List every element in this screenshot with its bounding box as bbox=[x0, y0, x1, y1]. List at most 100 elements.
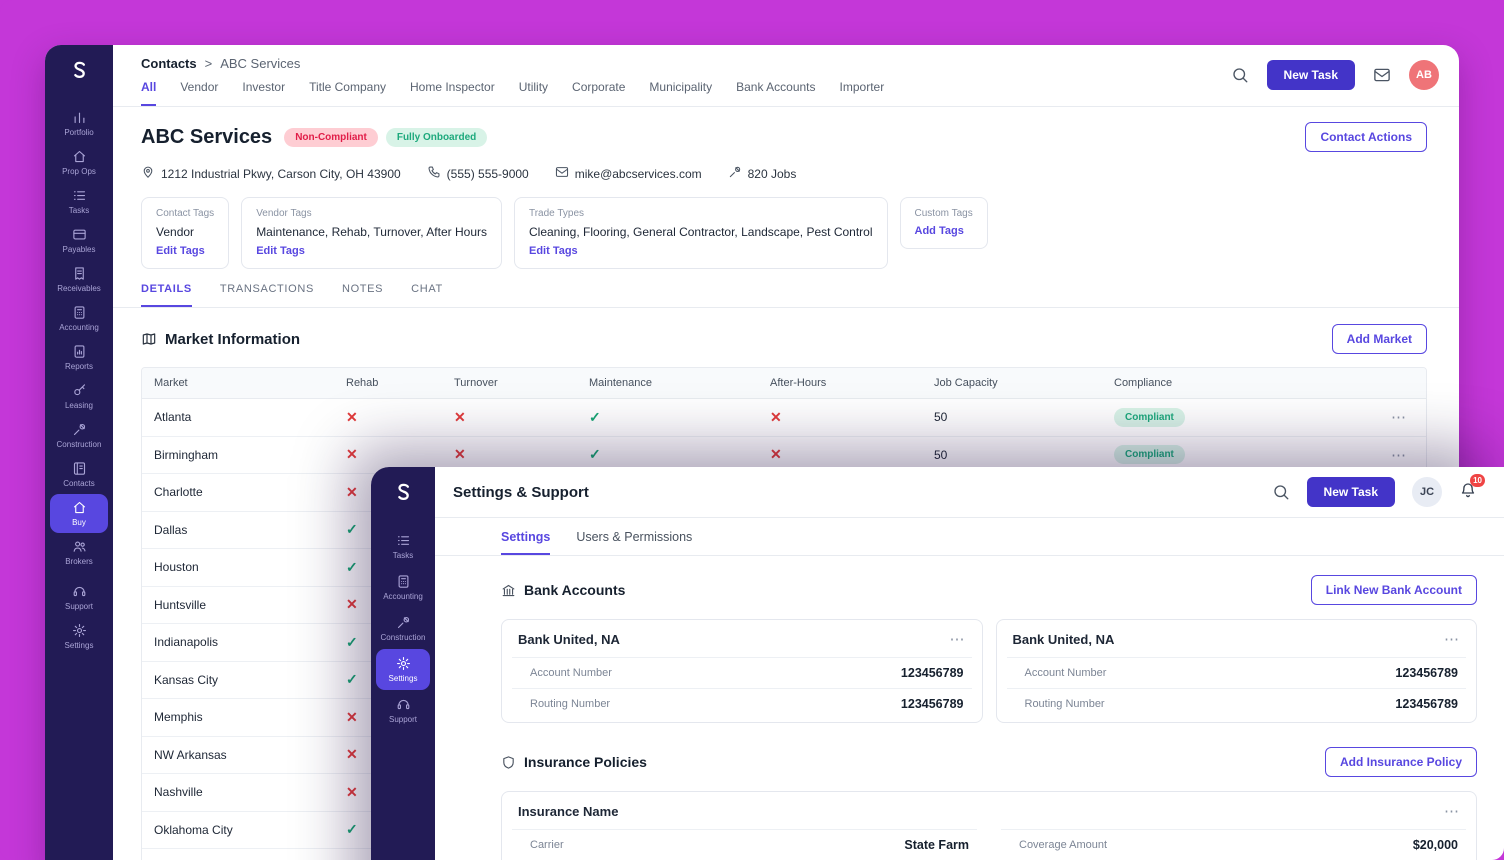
tab-all[interactable]: All bbox=[141, 80, 156, 106]
notifications-button[interactable]: 10 bbox=[1459, 481, 1477, 504]
bank-accounts-section: Bank Accounts Link New Bank Account Bank… bbox=[501, 575, 1477, 723]
sidebar-item-accounting[interactable]: Accounting bbox=[376, 567, 430, 608]
settings-tabs: Settings Users & Permissions bbox=[435, 518, 1504, 556]
tab-users-permissions[interactable]: Users & Permissions bbox=[576, 530, 692, 555]
tab-corporate[interactable]: Corporate bbox=[572, 80, 625, 106]
sidebar-item-brokers[interactable]: Brokers bbox=[50, 533, 108, 572]
new-task-button[interactable]: New Task bbox=[1267, 60, 1355, 90]
sidebar-item-tasks[interactable]: Tasks bbox=[50, 182, 108, 221]
sidebar-item-support[interactable]: Support bbox=[50, 578, 108, 617]
contacts-icon bbox=[72, 461, 87, 476]
contact-actions-button[interactable]: Contact Actions bbox=[1305, 122, 1427, 152]
location-pin-icon bbox=[141, 165, 155, 182]
x-icon: ✕ bbox=[454, 409, 466, 425]
tab-vendor[interactable]: Vendor bbox=[180, 80, 218, 106]
sidebar-item-construction[interactable]: Construction bbox=[376, 608, 430, 649]
field-value: $20,000 bbox=[1413, 838, 1458, 852]
rehab-cell: ✕ bbox=[334, 409, 442, 426]
field-label: Routing Number bbox=[530, 698, 610, 710]
tab-investor[interactable]: Investor bbox=[242, 80, 285, 106]
tab-chat[interactable]: CHAT bbox=[411, 283, 443, 307]
sidebar-item-contacts[interactable]: Contacts bbox=[50, 455, 108, 494]
tag-card: Custom Tags Add Tags bbox=[900, 197, 988, 249]
tab-home-inspector[interactable]: Home Inspector bbox=[410, 80, 495, 106]
sidebar-item-buy[interactable]: Buy bbox=[50, 494, 108, 533]
row-menu-button[interactable]: ⋯ bbox=[1329, 408, 1426, 426]
tab-notes[interactable]: NOTES bbox=[342, 283, 383, 307]
insurance-name: Insurance Name bbox=[518, 804, 618, 819]
gear-icon bbox=[396, 656, 411, 671]
sidebar-item-support[interactable]: Support bbox=[376, 690, 430, 731]
tab-importer[interactable]: Importer bbox=[840, 80, 885, 106]
tab-settings[interactable]: Settings bbox=[501, 530, 550, 555]
card-menu-button[interactable]: ⋯ bbox=[1444, 630, 1460, 648]
check-icon: ✓ bbox=[346, 559, 358, 575]
compliance-badge: Compliant bbox=[1114, 445, 1185, 464]
sidebar-item-portfolio[interactable]: Portfolio bbox=[50, 104, 108, 143]
contact-info-row: 1212 Industrial Pkwy, Carson City, OH 43… bbox=[141, 165, 1427, 182]
link-new-bank-account-button[interactable]: Link New Bank Account bbox=[1311, 575, 1477, 605]
edit-tags-link[interactable]: Edit Tags bbox=[529, 245, 873, 257]
detail-tabs: DETAILS TRANSACTIONS NOTES CHAT bbox=[113, 269, 1459, 308]
tasks-icon bbox=[396, 533, 411, 548]
add-market-button[interactable]: Add Market bbox=[1332, 324, 1427, 354]
email-text: mike@abcservices.com bbox=[575, 167, 702, 181]
compliance-badge: Compliant bbox=[1114, 408, 1185, 427]
tab-bank-accounts[interactable]: Bank Accounts bbox=[736, 80, 815, 106]
market-information-title: Market Information bbox=[165, 331, 300, 348]
sidebar-item-leasing[interactable]: Leasing bbox=[50, 377, 108, 416]
sidebar-item-settings[interactable]: Settings bbox=[50, 617, 108, 656]
tab-municipality[interactable]: Municipality bbox=[649, 80, 712, 106]
sidebar-item-accounting[interactable]: Accounting bbox=[50, 299, 108, 338]
mail-icon[interactable] bbox=[1373, 66, 1391, 84]
turnover-cell: ✕ bbox=[442, 446, 577, 463]
add-tags-link[interactable]: Add Tags bbox=[915, 225, 973, 237]
compliance-cell: Compliant bbox=[1102, 408, 1329, 427]
field-value: 123456789 bbox=[901, 666, 964, 680]
field-row: Routing Number 123456789 bbox=[1007, 688, 1467, 719]
overlay-title: Settings & Support bbox=[453, 484, 589, 501]
wrench-icon bbox=[72, 422, 87, 437]
sidebar-item-receivables[interactable]: Receivables bbox=[50, 260, 108, 299]
sidebar-item-settings[interactable]: Settings bbox=[376, 649, 430, 690]
tab-details[interactable]: DETAILS bbox=[141, 283, 192, 307]
user-avatar[interactable]: JC bbox=[1412, 477, 1442, 507]
add-insurance-policy-button[interactable]: Add Insurance Policy bbox=[1325, 747, 1477, 777]
search-icon[interactable] bbox=[1272, 483, 1290, 501]
home-icon bbox=[72, 500, 87, 515]
contact-type-tabs: All Vendor Investor Title Company Home Inspe… bbox=[141, 80, 884, 106]
desktop-background: Portfolio Prop Ops Tasks Payables Receiv… bbox=[0, 0, 1504, 860]
card-menu-button[interactable]: ⋯ bbox=[1444, 802, 1460, 820]
sidebar-item-construction[interactable]: Construction bbox=[50, 416, 108, 455]
tab-transactions[interactable]: TRANSACTIONS bbox=[220, 283, 314, 307]
sidebar-item-prop-ops[interactable]: Prop Ops bbox=[50, 143, 108, 182]
sidebar-item-tasks[interactable]: Tasks bbox=[376, 526, 430, 567]
tab-title-company[interactable]: Title Company bbox=[309, 80, 386, 106]
user-avatar[interactable]: AB bbox=[1409, 60, 1439, 90]
sidebar-item-reports[interactable]: Reports bbox=[50, 338, 108, 377]
x-icon: ✕ bbox=[346, 746, 358, 762]
search-icon[interactable] bbox=[1231, 66, 1249, 84]
breadcrumb-contacts[interactable]: Contacts bbox=[141, 56, 197, 71]
status-badges: Non-CompliantFully Onboarded bbox=[284, 128, 487, 147]
insurance-policies-title: Insurance Policies bbox=[524, 754, 647, 770]
edit-tags-link[interactable]: Edit Tags bbox=[156, 245, 214, 257]
rehab-cell: ✕ bbox=[334, 446, 442, 463]
market-name-cell: Kansas City bbox=[142, 673, 334, 687]
new-task-button[interactable]: New Task bbox=[1307, 477, 1395, 507]
shield-icon bbox=[501, 755, 516, 770]
card-menu-button[interactable]: ⋯ bbox=[950, 630, 966, 648]
row-menu-button[interactable]: ⋯ bbox=[1329, 446, 1426, 464]
column-maintenance: Maintenance bbox=[577, 368, 758, 398]
market-name-cell: Memphis bbox=[142, 710, 334, 724]
breadcrumb-separator: > bbox=[205, 56, 213, 71]
sidebar-item-payables[interactable]: Payables bbox=[50, 221, 108, 260]
edit-tags-link[interactable]: Edit Tags bbox=[256, 245, 487, 257]
wrench-icon bbox=[396, 615, 411, 630]
market-table-row: Atlanta ✕ ✕ ✓ ✕ 50 Compliant ⋯ bbox=[142, 399, 1426, 437]
maintenance-cell: ✓ bbox=[577, 446, 758, 463]
insurance-policies-section: Insurance Policies Add Insurance Policy … bbox=[501, 747, 1477, 860]
tab-utility[interactable]: Utility bbox=[519, 80, 548, 106]
check-icon: ✓ bbox=[589, 409, 601, 425]
column-job-capacity: Job Capacity bbox=[922, 368, 1102, 398]
